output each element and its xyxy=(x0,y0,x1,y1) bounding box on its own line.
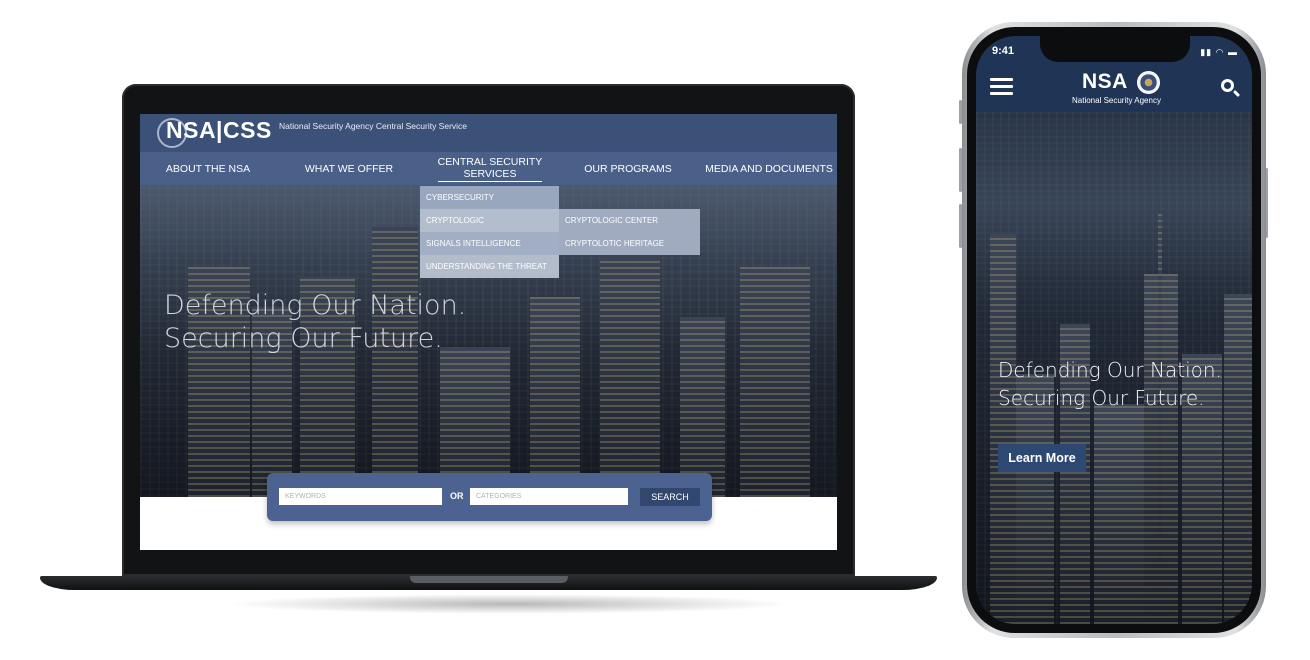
site-header: NSA|CSS National Security Agency Central… xyxy=(140,114,837,152)
keywords-input[interactable]: KEYWORDS xyxy=(279,488,442,505)
skyline-building xyxy=(530,297,580,497)
status-icons: ▮▮ ◠ ▬ xyxy=(1200,47,1238,57)
dropdown-item-cryptologic[interactable]: CRYPTOLOGIC xyxy=(420,209,559,232)
nav-item-css[interactable]: CENTRAL SECURITY SERVICES xyxy=(420,152,560,185)
search-or-label: OR xyxy=(450,491,464,501)
nav-item-media[interactable]: MEDIA AND DOCUMENTS xyxy=(700,152,837,185)
categories-input[interactable]: CATEGORIES xyxy=(470,488,628,505)
mobile-header: NSA National Security Agency xyxy=(976,66,1252,112)
laptop-hinge-notch xyxy=(410,576,568,583)
mobile-hero-line-2: Securing Our Future. xyxy=(998,386,1205,410)
search-icon[interactable] xyxy=(1221,79,1234,92)
skyline-building xyxy=(1224,294,1252,624)
mobile-hero-headline: Defending Our Nation. Securing Our Futur… xyxy=(998,356,1222,412)
mobile-website: 9:41 ▮▮ ◠ ▬ NSA National Security Agency… xyxy=(976,36,1252,624)
skyline-building xyxy=(990,234,1016,624)
dropdown-item-threat[interactable]: UNDERSTANDING THE THREAT xyxy=(420,255,559,278)
mobile-logo[interactable]: NSA xyxy=(1082,70,1128,94)
skyline-building xyxy=(372,227,418,497)
header-tagline: National Security Agency Central Securit… xyxy=(279,121,468,131)
mobile-hero-line-1: Defending Our Nation. xyxy=(998,358,1222,382)
nav-item-programs[interactable]: OUR PROGRAMS xyxy=(572,152,684,185)
search-button[interactable]: SEARCH xyxy=(640,488,700,506)
main-nav: ABOUT THE NSA WHAT WE OFFER CENTRAL SECU… xyxy=(140,152,837,185)
skyline-building xyxy=(680,317,725,497)
mobile-logo-subtitle: National Security Agency xyxy=(1072,96,1161,105)
skyline-building xyxy=(600,257,660,497)
submenu-item-heritage[interactable]: CRYPTOLOTIC HERITAGE xyxy=(559,232,700,255)
nav-item-offer[interactable]: WHAT WE OFFER xyxy=(290,152,408,185)
status-bar: 9:41 ▮▮ ◠ ▬ xyxy=(976,36,1252,66)
submenu-item-center[interactable]: CRYPTOLOGIC CENTER xyxy=(559,209,700,232)
laptop-shadow xyxy=(225,594,795,614)
dropdown-item-signals[interactable]: SIGNALS INTELLIGENCE xyxy=(420,232,559,255)
css-dropdown-menu: CYBERSECURITY CRYPTOLOGIC SIGNALS INTELL… xyxy=(420,186,559,278)
nsa-seal-icon xyxy=(1137,71,1160,94)
desktop-website: NSA|CSS National Security Agency Central… xyxy=(140,114,837,550)
learn-more-button[interactable]: Learn More xyxy=(998,444,1086,472)
cryptologic-submenu: CRYPTOLOGIC CENTER CRYPTOLOTIC HERITAGE xyxy=(559,209,700,255)
nav-item-about[interactable]: ABOUT THE NSA xyxy=(148,152,268,185)
search-panel: KEYWORDS OR CATEGORIES SEARCH xyxy=(267,473,712,521)
nav-item-css-label: CENTRAL SECURITY SERVICES xyxy=(437,155,543,182)
hero-line-2: Securing Our Future. xyxy=(164,323,443,354)
hero-headline: Defending Our Nation. Securing Our Futur… xyxy=(164,289,466,355)
skyline-building xyxy=(740,267,810,497)
status-time: 9:41 xyxy=(992,45,1015,57)
hamburger-menu-icon[interactable] xyxy=(990,78,1013,96)
phone-notch xyxy=(1040,36,1190,62)
skyline-building xyxy=(1094,404,1144,624)
hero-line-1: Defending Our Nation. xyxy=(164,290,467,321)
skyline-spire xyxy=(1158,214,1162,624)
site-logo[interactable]: NSA|CSS xyxy=(166,117,272,144)
dropdown-item-cybersecurity[interactable]: CYBERSECURITY xyxy=(420,186,559,209)
